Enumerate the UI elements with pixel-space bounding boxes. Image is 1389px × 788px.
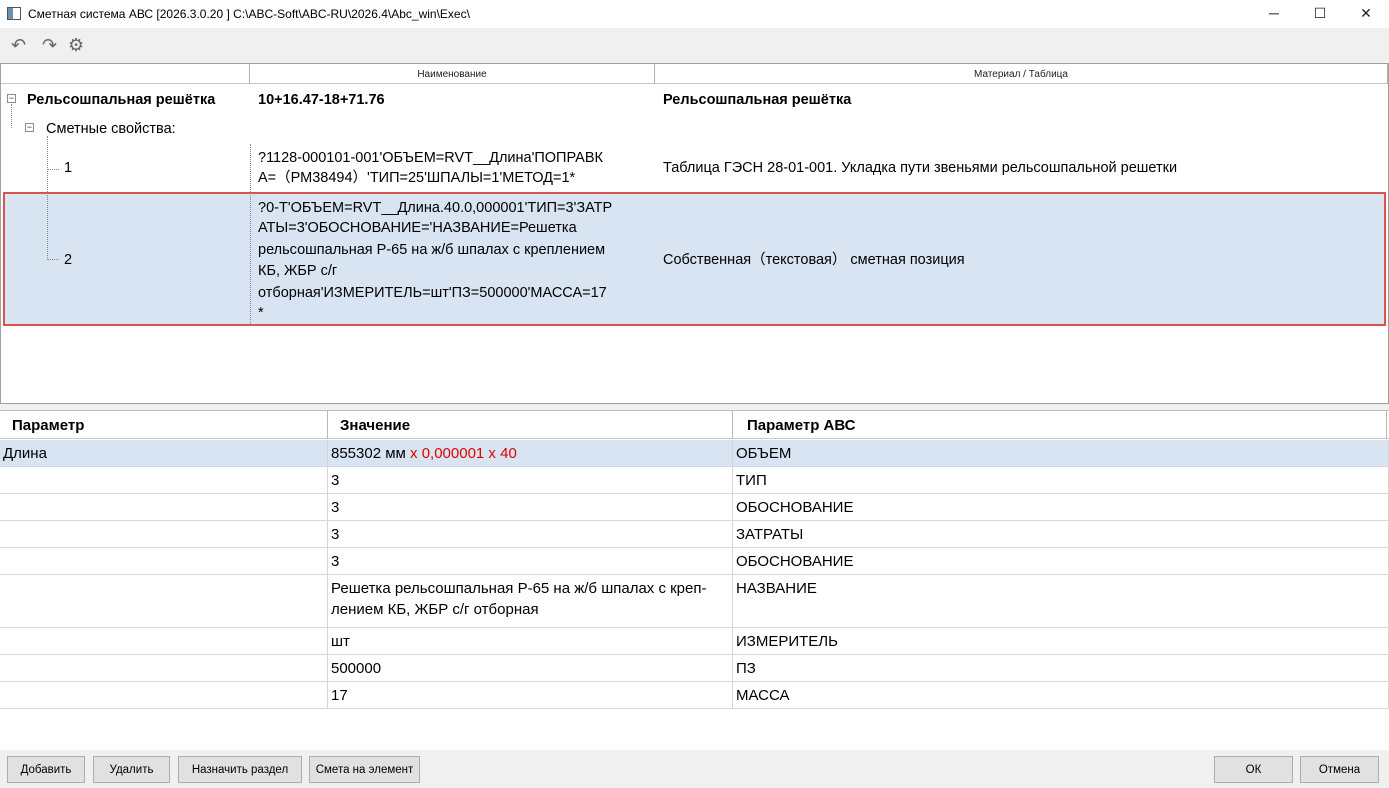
value-cell[interactable]: 500000 <box>328 655 733 681</box>
value-text: 855302 мм <box>331 445 406 462</box>
root-material: Рельсошпальная решётка <box>663 92 852 108</box>
item-2-formula-line6: * <box>258 305 264 321</box>
param-cell <box>0 494 328 520</box>
item-1-formula-line1: ?1128-000101-001'ОБЪЕМ=RVT__Длина'ПОПРАВ… <box>258 150 603 166</box>
value-line: Решетка рельсошпальная Р-65 на ж/б шпала… <box>331 580 707 597</box>
ok-button[interactable]: ОК <box>1214 756 1293 783</box>
cancel-button[interactable]: Отмена <box>1300 756 1379 783</box>
root-label[interactable]: Рельсошпальная решётка <box>27 90 215 110</box>
param-cell <box>0 521 328 547</box>
tree-col-first[interactable] <box>1 64 250 84</box>
abc-cell: ОБОСНОВАНИЕ <box>733 548 1389 574</box>
item-2-number[interactable]: 2 <box>64 250 72 270</box>
table-row[interactable]: 17 МАССА <box>0 682 1389 709</box>
delete-button[interactable]: Удалить <box>93 756 170 783</box>
abc-cell: ЗАТРАТЫ <box>733 521 1389 547</box>
add-button[interactable]: Добавить <box>7 756 85 783</box>
value-cell[interactable]: шт <box>328 628 733 654</box>
abc-cell: ОБОСНОВАНИЕ <box>733 494 1389 520</box>
grid-col-abc[interactable]: Параметр АВС <box>733 411 1387 439</box>
param-cell <box>0 548 328 574</box>
param-cell <box>0 467 328 493</box>
table-row[interactable]: 3 ОБОСНОВАНИЕ <box>0 548 1389 575</box>
value-cell[interactable]: 855302 мм х 0,000001 х 40 <box>328 440 733 466</box>
item-2-material: Собственная（текстовая） сметная позиция <box>663 252 965 268</box>
param-cell <box>0 575 328 627</box>
item-2-formula-line2: АТЫ=3'ОБОСНОВАНИЕ='НАЗВАНИЕ=Решетка <box>258 220 577 236</box>
value-cell[interactable]: 17 <box>328 682 733 708</box>
grid-header: Параметр Значение Параметр АВС <box>0 411 1389 439</box>
table-row[interactable]: Длина 855302 мм х 0,000001 х 40 ОБЪЕМ <box>0 440 1389 467</box>
abc-cell: ОБЪЕМ <box>733 440 1389 466</box>
estimate-props-label[interactable]: Сметные свойства: <box>46 119 176 139</box>
tree-header: Наименование Материал / Таблица <box>1 64 1388 84</box>
abc-cell: НАЗВАНИЕ <box>733 575 1389 627</box>
param-cell: Длина <box>0 440 328 466</box>
tree-col-material[interactable]: Материал / Таблица <box>655 64 1388 84</box>
abc-cell: ТИП <box>733 467 1389 493</box>
item-1-number[interactable]: 1 <box>64 158 72 178</box>
value-cell[interactable]: 3 <box>328 494 733 520</box>
value-cell[interactable]: 3 <box>328 467 733 493</box>
close-button[interactable]: ✕ <box>1343 0 1389 28</box>
grid-col-param[interactable]: Параметр <box>0 411 328 439</box>
settings-icon[interactable]: ⚙ <box>68 36 84 54</box>
assign-section-button[interactable]: Назначить раздел <box>178 756 302 783</box>
redo-icon[interactable]: ↷ <box>42 36 57 54</box>
table-row[interactable]: Решетка рельсошпальная Р-65 на ж/б шпала… <box>0 575 1389 628</box>
element-estimate-button[interactable]: Смета на элемент <box>309 756 420 783</box>
maximize-button[interactable]: ☐ <box>1297 0 1343 28</box>
item-1-formula-line2: А=（РМ38494）'ТИП=25'ШПАЛЫ=1'МЕТОД=1* <box>258 170 576 186</box>
app-icon <box>7 7 21 20</box>
item-2-formula-line5: отборная'ИЗМЕРИТЕЛЬ=шт'ПЗ=500000'МАССА=1… <box>258 285 607 301</box>
estimate-tree[interactable]: Наименование Материал / Таблица − Рельсо… <box>0 63 1389 404</box>
toolbar: ↶ ↷ ⚙ <box>0 28 1389 62</box>
table-row[interactable]: 3 ЗАТРАТЫ <box>0 521 1389 548</box>
value-line: лением КБ, ЖБР с/г отборная <box>331 601 539 618</box>
title-bar: Сметная система АВС [2026.3.0.20 ] C:\AB… <box>0 0 1389 28</box>
grid-col-value[interactable]: Значение <box>328 411 733 439</box>
table-row[interactable]: 500000 ПЗ <box>0 655 1389 682</box>
abc-cell: МАССА <box>733 682 1389 708</box>
table-row[interactable]: 3 ОБОСНОВАНИЕ <box>0 494 1389 521</box>
param-cell <box>0 655 328 681</box>
item-2-formula-line1: ?0-Т'ОБЪЕМ=RVT__Длина.40.0,000001'ТИП=3'… <box>258 200 613 216</box>
param-cell <box>0 682 328 708</box>
item-2-formula-line4: КБ, ЖБР с/г <box>258 263 338 279</box>
parameter-grid[interactable]: Параметр Значение Параметр АВС Длина 855… <box>0 410 1389 750</box>
item-1-material: Таблица ГЭСН 28-01-001. Укладка пути зве… <box>663 160 1178 176</box>
abc-cell: ПЗ <box>733 655 1389 681</box>
value-cell[interactable]: 3 <box>328 521 733 547</box>
table-row[interactable]: шт ИЗМЕРИТЕЛЬ <box>0 628 1389 655</box>
tree-col-name[interactable]: Наименование <box>250 64 655 84</box>
value-cell[interactable]: 3 <box>328 548 733 574</box>
param-cell <box>0 628 328 654</box>
abc-cell: ИЗМЕРИТЕЛЬ <box>733 628 1389 654</box>
props-collapse-icon[interactable]: − <box>25 123 34 132</box>
root-value: 10+16.47-18+71.76 <box>258 92 385 108</box>
table-row[interactable]: 3 ТИП <box>0 467 1389 494</box>
value-cell[interactable]: Решетка рельсошпальная Р-65 на ж/б шпала… <box>328 575 733 627</box>
window-title: Сметная система АВС [2026.3.0.20 ] C:\AB… <box>28 7 470 21</box>
undo-icon[interactable]: ↶ <box>11 36 26 54</box>
item-2-formula-line3: рельсошпальная Р-65 на ж/б шпалах с креп… <box>258 242 606 258</box>
root-collapse-icon[interactable]: − <box>7 94 16 103</box>
value-multiplier: х 0,000001 х 40 <box>410 445 517 462</box>
minimize-button[interactable]: ─ <box>1251 0 1297 28</box>
